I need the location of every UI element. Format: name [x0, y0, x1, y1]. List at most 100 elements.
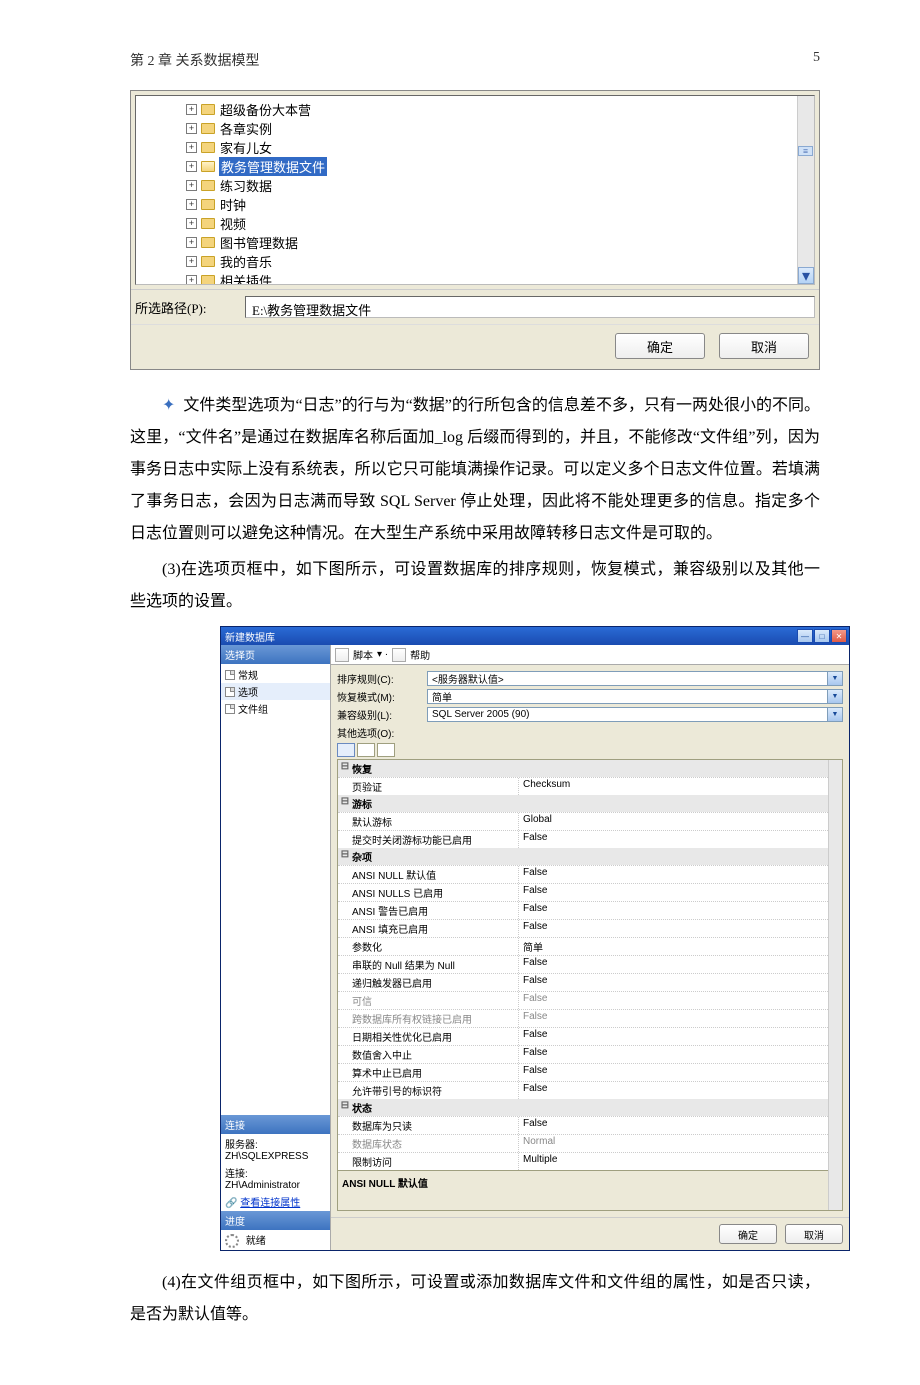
- scroll-down-button[interactable]: ▾: [798, 267, 814, 284]
- property-value[interactable]: False: [518, 956, 842, 973]
- property-value[interactable]: False: [518, 1046, 842, 1063]
- expand-icon[interactable]: +: [186, 218, 197, 229]
- categorized-view-button[interactable]: [337, 743, 355, 757]
- grid-row[interactable]: ANSI NULL 默认值False: [338, 865, 842, 883]
- grid-row[interactable]: 页验证Checksum: [338, 777, 842, 795]
- tree-item[interactable]: +我的音乐: [186, 252, 814, 271]
- paragraph-filegroup: (4)在文件组页框中，如下图所示，可设置或添加数据库文件和文件组的属性，如是否只…: [130, 1267, 820, 1331]
- folder-icon: [201, 123, 215, 134]
- expand-icon[interactable]: +: [186, 199, 197, 210]
- view-connection-props-link[interactable]: 查看连接属性: [240, 1198, 300, 1209]
- property-value[interactable]: Multiple: [518, 1153, 842, 1170]
- tree-item[interactable]: +教务管理数据文件: [186, 157, 814, 176]
- grid-view-button[interactable]: [377, 743, 395, 757]
- tree-item[interactable]: +视频: [186, 214, 814, 233]
- cancel-button[interactable]: 取消: [719, 333, 809, 359]
- collapse-icon: ⊟: [340, 1100, 350, 1115]
- tree-item-label: 各章实例: [219, 119, 273, 138]
- grid-scrollbar[interactable]: [828, 760, 842, 1210]
- grid-row[interactable]: 算术中止已启用False: [338, 1063, 842, 1081]
- page-nav-item[interactable]: 文件组: [221, 700, 330, 717]
- page-nav-item[interactable]: 选项: [221, 683, 330, 700]
- folder-tree[interactable]: +超级备份大本营+各章实例+家有儿女+教务管理数据文件+练习数据+时钟+视频+图…: [135, 95, 815, 285]
- grid-row[interactable]: ANSI 填充已启用False: [338, 919, 842, 937]
- grid-row[interactable]: 日期相关性优化已启用False: [338, 1027, 842, 1045]
- grid-row[interactable]: 串联的 Null 结果为 NullFalse: [338, 955, 842, 973]
- property-value[interactable]: False: [518, 920, 842, 937]
- expand-icon[interactable]: +: [186, 275, 197, 285]
- grid-row[interactable]: ANSI 警告已启用False: [338, 901, 842, 919]
- property-value[interactable]: False: [518, 1082, 842, 1099]
- close-button[interactable]: ✕: [831, 629, 847, 643]
- page-nav-item[interactable]: 常规: [221, 666, 330, 683]
- property-name: 允许带引号的标识符: [338, 1082, 518, 1099]
- recovery-combo[interactable]: 简单▼: [427, 689, 843, 704]
- property-value[interactable]: Checksum: [518, 778, 842, 795]
- chapter-title: 第 2 章 关系数据模型: [130, 50, 260, 70]
- tree-item[interactable]: + 各章实例: [186, 119, 814, 138]
- tree-item[interactable]: +图书管理数据: [186, 233, 814, 252]
- tree-item[interactable]: +时钟: [186, 195, 814, 214]
- property-name: 算术中止已启用: [338, 1064, 518, 1081]
- grid-category[interactable]: ⊟杂项: [338, 848, 842, 865]
- minimize-button[interactable]: —: [797, 629, 813, 643]
- help-icon: [392, 648, 406, 662]
- property-value[interactable]: 简单: [518, 938, 842, 955]
- property-value[interactable]: Global: [518, 813, 842, 830]
- help-button[interactable]: 帮助: [410, 647, 430, 662]
- expand-icon[interactable]: +: [186, 104, 197, 115]
- bullet-icon: ✦: [162, 397, 175, 414]
- server-value: ZH\SQLEXPRESS: [225, 1151, 326, 1162]
- property-name: 跨数据库所有权链接已启用: [338, 1010, 518, 1027]
- grid-row[interactable]: 参数化简单: [338, 937, 842, 955]
- expand-icon[interactable]: +: [186, 161, 197, 172]
- tree-item[interactable]: +家有儿女: [186, 138, 814, 157]
- tree-item[interactable]: +相关插件: [186, 271, 814, 285]
- folder-icon: [201, 199, 215, 210]
- titlebar: 新建数据库 — □ ✕: [221, 627, 849, 645]
- grid-row[interactable]: 允许带引号的标识符False: [338, 1081, 842, 1099]
- selected-path-field[interactable]: E:\教务管理数据文件: [245, 296, 815, 318]
- property-value[interactable]: False: [518, 1028, 842, 1045]
- maximize-button[interactable]: □: [814, 629, 830, 643]
- property-name: ANSI NULLS 已启用: [338, 884, 518, 901]
- compat-combo[interactable]: SQL Server 2005 (90)▼: [427, 707, 843, 722]
- ready-label: 就绪: [246, 1236, 266, 1247]
- grid-row[interactable]: 数值舍入中止False: [338, 1045, 842, 1063]
- scrollbar[interactable]: ≡ ▾: [797, 96, 814, 284]
- grid-category[interactable]: ⊟游标: [338, 795, 842, 812]
- expand-icon[interactable]: +: [186, 180, 197, 191]
- grid-row[interactable]: 递归触发器已启用False: [338, 973, 842, 991]
- expand-icon[interactable]: +: [186, 237, 197, 248]
- property-value[interactable]: False: [518, 866, 842, 883]
- property-value[interactable]: False: [518, 831, 842, 848]
- collation-combo[interactable]: <服务器默认值>▼: [427, 671, 843, 686]
- property-value: False: [518, 1010, 842, 1027]
- property-value[interactable]: False: [518, 902, 842, 919]
- property-value[interactable]: False: [518, 1064, 842, 1081]
- expand-icon[interactable]: +: [186, 123, 197, 134]
- expand-icon[interactable]: +: [186, 142, 197, 153]
- tree-item[interactable]: +练习数据: [186, 176, 814, 195]
- expand-icon[interactable]: +: [186, 256, 197, 267]
- alphabetical-view-button[interactable]: [357, 743, 375, 757]
- property-grid[interactable]: ⊟恢复页验证Checksum⊟游标默认游标Global提交时关闭游标功能已启用F…: [337, 759, 843, 1211]
- grid-row[interactable]: 默认游标Global: [338, 812, 842, 830]
- cancel-button[interactable]: 取消: [785, 1224, 843, 1244]
- grid-category[interactable]: ⊟状态: [338, 1099, 842, 1116]
- script-button[interactable]: 脚本: [353, 647, 373, 662]
- grid-row[interactable]: 数据库为只读False: [338, 1116, 842, 1134]
- grid-row[interactable]: 提交时关闭游标功能已启用False: [338, 830, 842, 848]
- ok-button[interactable]: 确定: [719, 1224, 777, 1244]
- collapse-icon: ⊟: [340, 849, 350, 864]
- chevron-down-icon: ▼: [827, 708, 842, 721]
- property-value[interactable]: False: [518, 884, 842, 901]
- property-value[interactable]: False: [518, 974, 842, 991]
- property-value[interactable]: False: [518, 1117, 842, 1134]
- ok-button[interactable]: 确定: [615, 333, 705, 359]
- grid-category[interactable]: ⊟恢复: [338, 760, 842, 777]
- grid-row[interactable]: 限制访问Multiple: [338, 1152, 842, 1170]
- tree-item[interactable]: +超级备份大本营: [186, 100, 814, 119]
- grid-row[interactable]: ANSI NULLS 已启用False: [338, 883, 842, 901]
- property-name: 日期相关性优化已启用: [338, 1028, 518, 1045]
